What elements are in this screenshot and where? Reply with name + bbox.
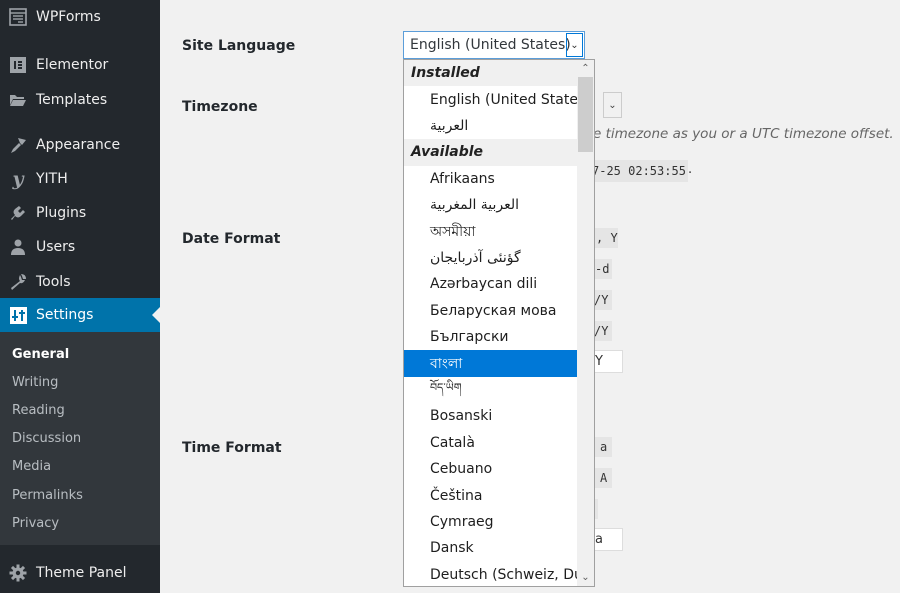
chevron-down-icon[interactable]: ⌄ bbox=[566, 33, 583, 57]
paintbrush-icon bbox=[0, 136, 36, 154]
language-option[interactable]: Deutsch (Schweiz, Du) bbox=[404, 562, 588, 586]
sidebar-item-label: Appearance bbox=[36, 137, 121, 153]
gear-icon bbox=[0, 564, 36, 582]
language-dropdown-list: Installed English (United States) العربي… bbox=[403, 59, 595, 587]
sidebar-item-label: Elementor bbox=[36, 57, 109, 73]
user-icon bbox=[0, 238, 36, 256]
scroll-down-icon[interactable]: ⌄ bbox=[577, 569, 594, 586]
language-option[interactable]: العربية bbox=[404, 113, 578, 139]
time-format-option-1: a bbox=[594, 437, 612, 457]
sidebar-item-elementor[interactable]: Elementor bbox=[0, 48, 160, 82]
folder-icon bbox=[0, 92, 36, 108]
elementor-icon bbox=[0, 56, 36, 74]
sidebar-item-label: Users bbox=[36, 239, 76, 255]
timezone-select-arrow[interactable]: ⌄ bbox=[603, 92, 622, 118]
sidebar-item-templates[interactable]: Templates bbox=[0, 83, 160, 117]
language-option[interactable]: گؤنئی آذربایجان bbox=[404, 245, 578, 271]
yith-icon: y bbox=[12, 168, 24, 190]
site-language-select[interactable]: English (United States) ⌄ bbox=[403, 31, 585, 59]
sidebar-item-wpforms[interactable]: WPForms bbox=[0, 0, 160, 34]
sidebar-item-label: Tools bbox=[36, 274, 71, 290]
timezone-label: Timezone bbox=[182, 99, 258, 115]
date-format-option-4: /Y bbox=[594, 321, 612, 341]
group-installed: Installed bbox=[404, 60, 578, 87]
sidebar-item-tools[interactable]: Tools bbox=[0, 265, 160, 299]
sidebar-item-yith[interactable]: y YITH bbox=[0, 162, 160, 196]
dropdown-scrollbar[interactable]: ⌃ ⌄ bbox=[577, 60, 594, 586]
language-option[interactable]: Čeština bbox=[404, 482, 578, 508]
settings-icon bbox=[0, 306, 36, 324]
sidebar-item-label: WPForms bbox=[36, 9, 101, 25]
sidebar-item-plugins[interactable]: Plugins bbox=[0, 196, 160, 230]
sidebar-item-label: Settings bbox=[36, 307, 94, 323]
language-option[interactable]: Български bbox=[404, 324, 578, 350]
submenu-item-general[interactable]: General bbox=[0, 340, 160, 368]
time-format-label: Time Format bbox=[182, 440, 282, 456]
settings-submenu: General Writing Reading Discussion Media… bbox=[0, 332, 160, 545]
date-format-option-1: , Y bbox=[594, 228, 618, 248]
plugin-icon bbox=[0, 204, 36, 222]
language-option-highlighted[interactable]: বাংলা bbox=[404, 350, 578, 377]
sidebar-item-theme-panel[interactable]: Theme Panel bbox=[0, 556, 160, 590]
timezone-description: e timezone as you or a UTC timezone offs… bbox=[593, 126, 894, 142]
sidebar-item-label: Theme Panel bbox=[36, 565, 127, 581]
sidebar-item-settings[interactable]: Settings bbox=[0, 298, 160, 332]
language-option[interactable]: English (United States) bbox=[404, 86, 591, 112]
submenu-item-privacy[interactable]: Privacy bbox=[0, 509, 160, 537]
submenu-item-discussion[interactable]: Discussion bbox=[0, 425, 160, 453]
scroll-up-icon[interactable]: ⌃ bbox=[577, 60, 594, 77]
submenu-item-media[interactable]: Media bbox=[0, 453, 160, 481]
submenu-item-reading[interactable]: Reading bbox=[0, 396, 160, 424]
language-option[interactable]: Беларуская мова bbox=[404, 298, 578, 324]
language-option[interactable]: Afrikaans bbox=[404, 166, 578, 192]
submenu-item-permalinks[interactable]: Permalinks bbox=[0, 481, 160, 509]
site-language-value: English (United States) bbox=[410, 37, 571, 53]
wrench-icon bbox=[0, 273, 36, 291]
language-option[interactable]: Català bbox=[404, 430, 578, 456]
site-language-label: Site Language bbox=[182, 38, 296, 54]
language-option[interactable]: Azərbaycan dili bbox=[404, 271, 578, 297]
language-option[interactable]: Bosanski bbox=[404, 403, 578, 429]
group-available: Available bbox=[404, 139, 578, 166]
time-suffix: . bbox=[688, 162, 693, 177]
sidebar-item-label: Templates bbox=[36, 92, 108, 108]
date-format-option-2: -d bbox=[594, 259, 612, 279]
sidebar-item-label: YITH bbox=[36, 171, 68, 187]
date-format-option-3: /Y bbox=[594, 290, 612, 310]
time-format-option-2: A bbox=[594, 468, 612, 488]
universal-time-value: 7-25 02:53:55 bbox=[590, 160, 688, 182]
language-option[interactable]: العربية المغربية bbox=[404, 192, 578, 218]
language-option[interactable]: Cymraeg bbox=[404, 509, 578, 535]
sidebar-item-label: Plugins bbox=[36, 205, 87, 221]
scroll-thumb[interactable] bbox=[578, 77, 593, 152]
active-indicator bbox=[152, 307, 160, 323]
submenu-item-writing[interactable]: Writing bbox=[0, 368, 160, 396]
date-format-label: Date Format bbox=[182, 231, 281, 247]
language-option[interactable]: Cebuano bbox=[404, 456, 578, 482]
admin-sidebar: WPForms Elementor Templates Appearance y… bbox=[0, 0, 160, 593]
language-option[interactable]: བོད་ཡིག bbox=[404, 377, 578, 403]
sidebar-item-users[interactable]: Users bbox=[0, 230, 160, 264]
sidebar-item-appearance[interactable]: Appearance bbox=[0, 128, 160, 162]
language-option[interactable]: অসমীয়া bbox=[404, 218, 578, 244]
language-option[interactable]: Dansk bbox=[404, 535, 578, 561]
wpforms-icon bbox=[0, 8, 36, 26]
